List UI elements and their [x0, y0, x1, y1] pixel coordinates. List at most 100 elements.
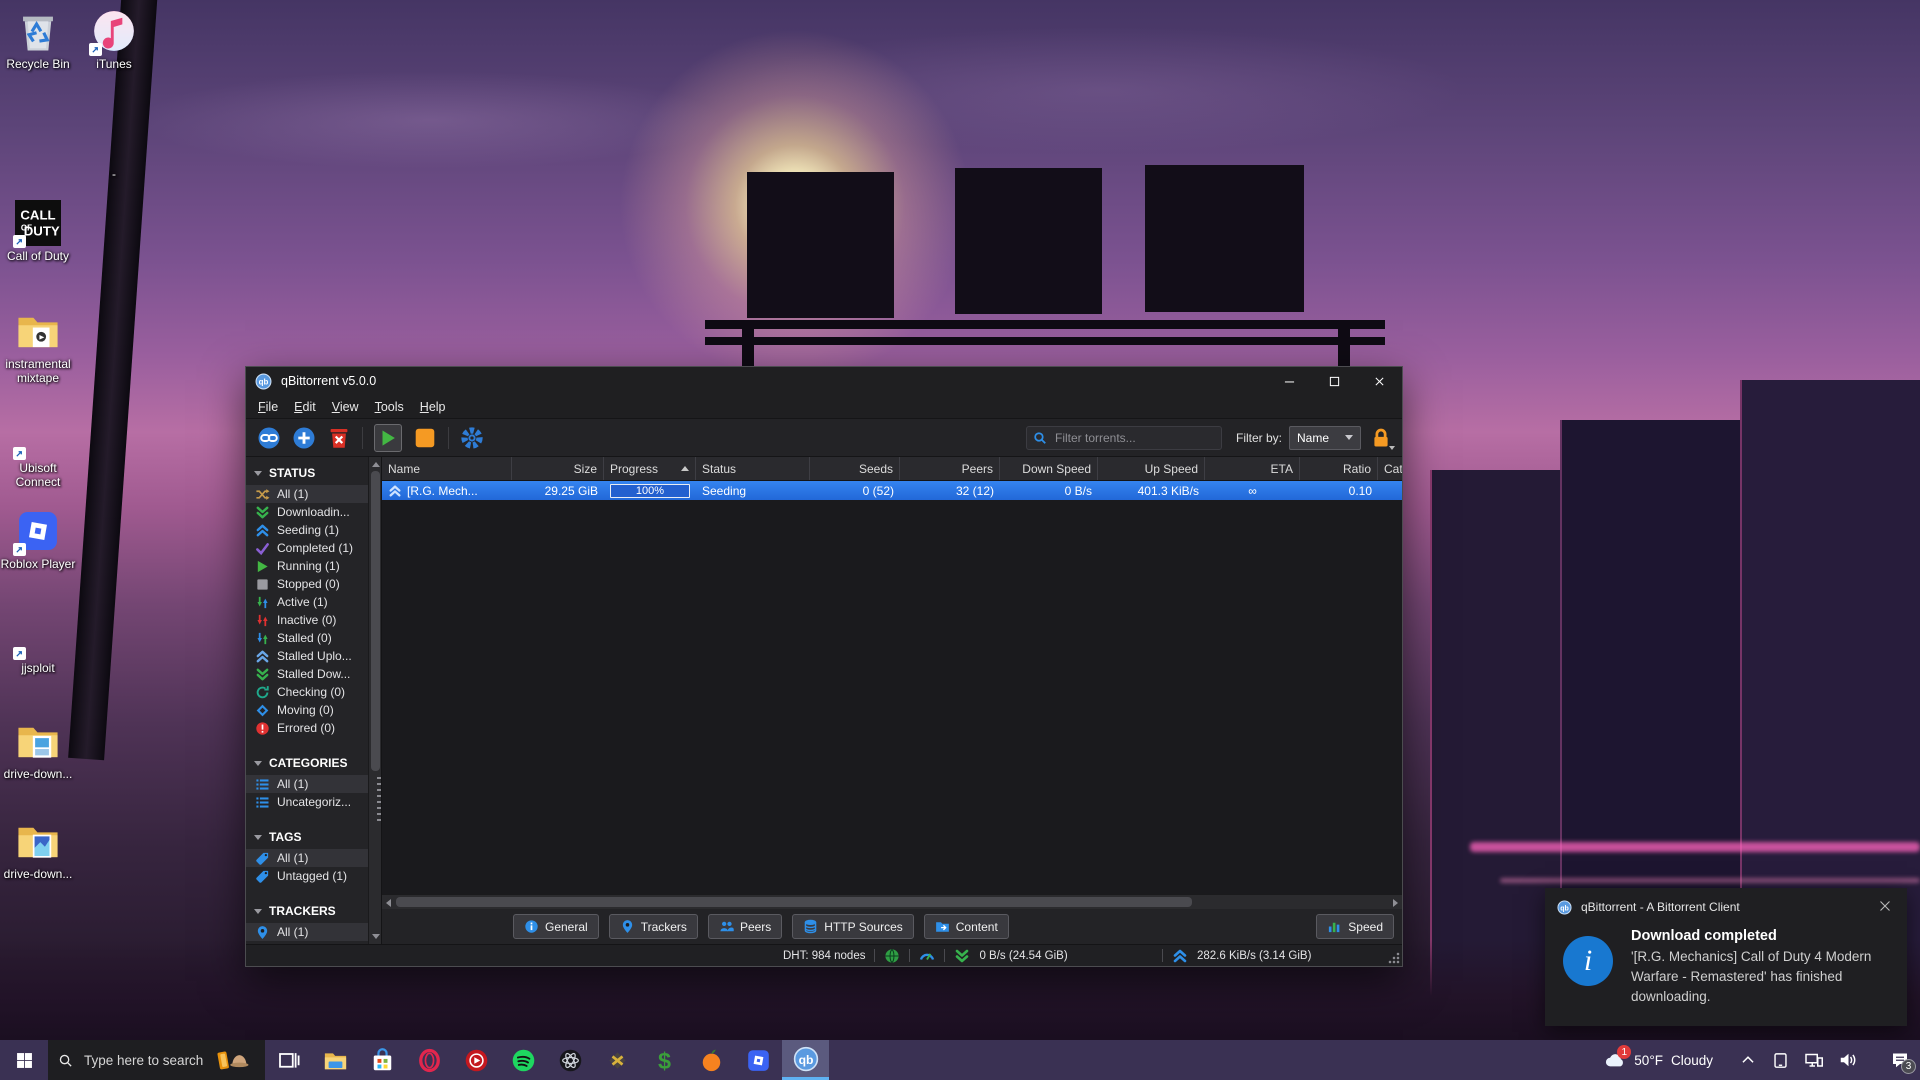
tab-content[interactable]: Content	[924, 914, 1009, 939]
desktop-icon-ubisoft-connect[interactable]: Ubisoft Connect	[0, 412, 76, 489]
lock-button[interactable]	[1370, 426, 1392, 450]
menu-edit[interactable]: Edit	[286, 398, 324, 416]
search-highlight-decoration-icon[interactable]	[213, 1047, 255, 1073]
status-section-header[interactable]: STATUS	[246, 461, 381, 485]
sidebar-item-all[interactable]: All (1)	[246, 485, 381, 503]
sidebar-item-stalled[interactable]: Stalled (0)	[246, 629, 381, 647]
horizontal-scrollbar[interactable]	[382, 894, 1402, 909]
tab-peers[interactable]: Peers	[708, 914, 782, 939]
tab-trackers[interactable]: Trackers	[609, 914, 698, 939]
sidebar-item-seeding[interactable]: Seeding (1)	[246, 521, 381, 539]
desktop-icon-instramental-mixtape[interactable]: instramental mixtape	[0, 308, 76, 385]
scrollbar-thumb[interactable]	[396, 897, 1192, 907]
close-button[interactable]	[1357, 367, 1402, 395]
desktop-icon-roblox-player[interactable]: Roblox Player	[0, 508, 76, 571]
desktop-icon-dash[interactable]: -	[76, 118, 152, 181]
taskbar-app-dollar[interactable]: $	[641, 1040, 688, 1080]
torrent-row-selected[interactable]: [R.G. Mech... 29.25 GiB 100% Seeding 0 (…	[382, 481, 1402, 500]
trackers-section-header[interactable]: TRACKERS	[246, 899, 381, 923]
column-header-eta[interactable]: ETA	[1205, 457, 1300, 480]
filter-by-dropdown[interactable]: Name	[1289, 426, 1361, 450]
menu-help[interactable]: Help	[412, 398, 454, 416]
tab-http-sources[interactable]: HTTP Sources	[792, 914, 913, 939]
taskbar-app-roblox[interactable]	[735, 1040, 782, 1080]
sidebar-item-stalled-downloading[interactable]: Stalled Dow...	[246, 665, 381, 683]
menu-tools[interactable]: Tools	[367, 398, 412, 416]
maximize-button[interactable]	[1312, 367, 1357, 395]
minimize-button[interactable]	[1267, 367, 1312, 395]
speed-limit-gauge-icon[interactable]	[919, 948, 935, 964]
taskbar-search-box[interactable]	[48, 1040, 265, 1080]
resize-grip[interactable]	[1388, 952, 1400, 964]
taskbar-app-task-view[interactable]	[265, 1040, 312, 1080]
add-torrent-link-button[interactable]	[257, 426, 281, 450]
desktop-icon-drive-down-1[interactable]: drive-down...	[0, 718, 76, 781]
column-header-seeds[interactable]: Seeds	[810, 457, 900, 480]
sidebar-item-tags-all[interactable]: All (1)	[246, 849, 381, 867]
sidebar-item-checking[interactable]: Checking (0)	[246, 683, 381, 701]
categories-section-header[interactable]: CATEGORIES	[246, 751, 381, 775]
sidebar-item-stalled-uploading[interactable]: Stalled Uplo...	[246, 647, 381, 665]
taskbar-app-spotify[interactable]	[500, 1040, 547, 1080]
column-header-category[interactable]: Cat	[1378, 457, 1402, 480]
taskbar-app-fl-studio[interactable]	[688, 1040, 735, 1080]
sidebar-item-completed[interactable]: Completed (1)	[246, 539, 381, 557]
sidebar-item-categories-all[interactable]: All (1)	[246, 775, 381, 793]
volume-icon[interactable]	[1838, 1050, 1858, 1070]
resume-button[interactable]	[374, 424, 402, 452]
toast-close-button[interactable]	[1879, 899, 1895, 915]
tab-general[interactable]: General	[513, 914, 599, 939]
scrollbar-thumb[interactable]	[371, 471, 380, 771]
sidebar-item-trackers-all[interactable]: All (1)	[246, 923, 381, 941]
column-header-ratio[interactable]: Ratio	[1300, 457, 1378, 480]
torrent-filter-input[interactable]	[1053, 430, 1215, 446]
tags-section-header[interactable]: TAGS	[246, 825, 381, 849]
tablet-mode-icon[interactable]	[1771, 1051, 1790, 1070]
taskbar-app-atom[interactable]	[547, 1040, 594, 1080]
menu-file[interactable]: File	[250, 398, 286, 416]
network-icon[interactable]	[1804, 1050, 1824, 1070]
column-header-status[interactable]: Status	[696, 457, 810, 480]
splitter-handle[interactable]	[377, 777, 381, 823]
taskbar-app-opera[interactable]	[406, 1040, 453, 1080]
taskbar-app-x[interactable]	[594, 1040, 641, 1080]
tray-expand-chevron-icon[interactable]	[1739, 1051, 1757, 1069]
window-titlebar[interactable]: qb qBittorrent v5.0.0	[246, 367, 1402, 395]
connection-globe-icon[interactable]	[884, 948, 900, 964]
scroll-right-arrow-icon[interactable]	[1393, 899, 1398, 907]
scroll-up-arrow-icon[interactable]	[372, 462, 380, 467]
desktop-icon-jjsploit[interactable]: jjsploit	[0, 612, 76, 675]
table-empty-area[interactable]	[382, 500, 1402, 894]
delete-torrent-button[interactable]	[327, 426, 351, 450]
add-torrent-file-button[interactable]	[292, 426, 316, 450]
column-header-down-speed[interactable]: Down Speed	[1000, 457, 1098, 480]
sidebar-item-moving[interactable]: Moving (0)	[246, 701, 381, 719]
column-header-up-speed[interactable]: Up Speed	[1098, 457, 1205, 480]
scroll-left-arrow-icon[interactable]	[386, 899, 391, 907]
sidebar-item-uncategorized[interactable]: Uncategoriz...	[246, 793, 381, 811]
desktop-icon-recycle-bin[interactable]: Recycle Bin	[0, 8, 76, 71]
column-header-name[interactable]: Name	[382, 457, 512, 480]
column-header-progress[interactable]: Progress	[604, 457, 696, 480]
sidebar-item-active[interactable]: Active (1)	[246, 593, 381, 611]
taskbar-app-qbittorrent-active[interactable]: qb	[782, 1040, 829, 1080]
sidebar-item-stopped[interactable]: Stopped (0)	[246, 575, 381, 593]
desktop-icon-drive-down-2[interactable]: drive-down...	[0, 818, 76, 881]
taskbar-app-ms-store[interactable]	[359, 1040, 406, 1080]
sidebar-item-inactive[interactable]: Inactive (0)	[246, 611, 381, 629]
taskbar-search-input[interactable]	[82, 1052, 213, 1069]
taskbar-app-file-explorer[interactable]	[312, 1040, 359, 1080]
action-center-icon[interactable]: 3	[1890, 1050, 1910, 1070]
weather-widget[interactable]: 1 50°F Cloudy	[1604, 1049, 1713, 1071]
menu-view[interactable]: View	[324, 398, 367, 416]
notification-toast[interactable]: qb qBittorrent - A Bittorrent Client i D…	[1545, 888, 1907, 1026]
column-header-size[interactable]: Size	[512, 457, 604, 480]
taskbar-app-media-player[interactable]	[453, 1040, 500, 1080]
sidebar-item-downloading[interactable]: Downloadin...	[246, 503, 381, 521]
torrent-filter-field[interactable]	[1026, 426, 1222, 450]
scroll-down-arrow-icon[interactable]	[372, 934, 380, 939]
sidebar-item-untagged[interactable]: Untagged (1)	[246, 867, 381, 885]
desktop-icon-call-of-duty[interactable]: CALLOFDUTY Call of Duty	[0, 200, 76, 263]
sidebar-item-errored[interactable]: Errored (0)	[246, 719, 381, 737]
sidebar-item-running[interactable]: Running (1)	[246, 557, 381, 575]
